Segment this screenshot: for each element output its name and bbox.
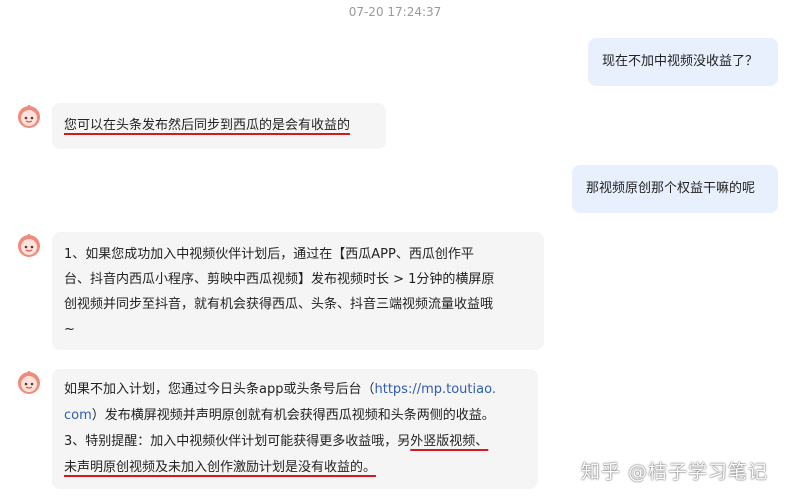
chat-timestamp: 07-20 17:24:37 xyxy=(348,5,442,19)
bot-message-line: 未声明原创视频及未加入创作激励计划是没有收益的。 xyxy=(64,455,526,481)
user-message-text: 那视频原创那个权益干嘛的呢 xyxy=(586,181,756,196)
zhihu-watermark: 知乎 @桔子学习笔记 xyxy=(580,461,768,483)
bot-message-text: 如果不加入计划，您通过今日头条app或头条号后台（ xyxy=(64,382,375,397)
bot-message-text: 您可以在头条发布然后同步到西瓜的是会有收益的 xyxy=(64,118,351,133)
bot-message-line: 创视频并同步至抖音，就有机会获得西瓜、头条、抖音三端视频流量收益哦 xyxy=(64,297,494,312)
bot-message-bubble: 1、如果您成功加入中视频伙伴计划后，通过在【西瓜APP、西瓜创作平 台、抖音内西… xyxy=(52,232,544,350)
bot-avatar-icon xyxy=(16,369,42,395)
bot-message-bubble: 如果不加入计划，您通过今日头条app或头条号后台（https://mp.tout… xyxy=(52,369,538,489)
toutiao-link[interactable]: https://mp.toutiao. xyxy=(374,382,495,397)
bot-message-line: 如果不加入计划，您通过今日头条app或头条号后台（https://mp.tout… xyxy=(64,377,526,403)
bot-message-text: 3、特别提醒：加入中视频伙伴计划可能获得更多收益哦，另 xyxy=(64,434,411,449)
bot-avatar-icon xyxy=(16,232,42,258)
toutiao-link-continued[interactable]: com xyxy=(64,408,92,423)
bot-message-line: 3、特别提醒：加入中视频伙伴计划可能获得更多收益哦，另外竖版视频、 xyxy=(64,429,526,455)
bot-message-line: com）发布横屏视频并声明原创就有机会获得西瓜视频和头条两侧的收益。 xyxy=(64,403,526,429)
bot-message-emphasis: 未声明原创视频及未加入创作激励计划是没有收益的。 xyxy=(64,460,377,475)
user-message-bubble: 那视频原创那个权益干嘛的呢 xyxy=(572,165,778,213)
user-message-text: 现在不加中视频没收益了？ xyxy=(602,54,759,69)
bot-message-line: 台、抖音内西瓜小程序、剪映中西瓜视频】发布视频时长 > 1分钟的横屏原 xyxy=(64,272,495,287)
user-message-bubble: 现在不加中视频没收益了？ xyxy=(588,38,778,86)
bot-message-bubble: 您可以在头条发布然后同步到西瓜的是会有收益的 xyxy=(52,103,386,149)
bot-message-line: 1、如果您成功加入中视频伙伴计划后，通过在【西瓜APP、西瓜创作平 xyxy=(64,247,474,262)
bot-message-emphasis: 外竖版视频、 xyxy=(410,434,489,449)
bot-message-text: ）发布横屏视频并声明原创就有机会获得西瓜视频和头条两侧的收益。 xyxy=(91,408,495,423)
bot-avatar-icon xyxy=(16,103,42,129)
bot-message-line: ~ xyxy=(64,322,75,337)
